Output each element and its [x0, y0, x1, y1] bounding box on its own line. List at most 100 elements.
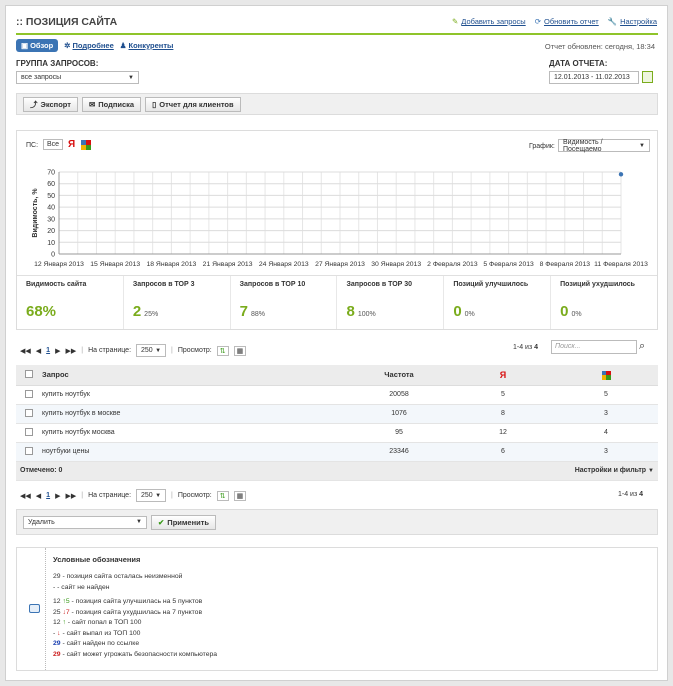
- add-queries-link[interactable]: ✎ Добавить запросы: [452, 17, 526, 26]
- legend-item: - - сайт не найден: [53, 583, 217, 594]
- current-page[interactable]: 1: [46, 347, 50, 354]
- legend-text: - сайт может угрожать безопасности компь…: [62, 650, 218, 658]
- y-axis-label: Видимость, %: [32, 188, 39, 238]
- export-button[interactable]: ⤴ Экспорт: [23, 96, 78, 112]
- first-page-icon[interactable]: ◀◀: [20, 347, 31, 355]
- prev-page-icon[interactable]: ◀: [36, 492, 41, 500]
- per-page-select[interactable]: 250 ▼: [136, 489, 167, 502]
- cell-yandex-position: 5: [452, 385, 554, 405]
- header-links: ✎ Добавить запросы ⟳ Обновить отчет 🔧 Настр…: [452, 17, 657, 26]
- x-tick-label: 2 Февраля 2013: [427, 261, 478, 268]
- col-yandex[interactable]: Я: [452, 365, 554, 386]
- client-report-button[interactable]: ▯ Отчет для клиентов: [145, 96, 241, 112]
- chevron-down-icon: ▼: [648, 468, 654, 474]
- col-query[interactable]: Запрос: [42, 365, 346, 386]
- date-field[interactable]: 12.01.2013 - 11.02.2013: [549, 71, 639, 84]
- action-select[interactable]: Удалить ▼: [23, 515, 147, 529]
- col-google[interactable]: [554, 365, 658, 386]
- next-page-icon[interactable]: ▶: [55, 492, 60, 500]
- stat-label: Видимость сайта: [26, 281, 87, 288]
- calendar-icon[interactable]: [642, 71, 653, 83]
- stat-label: Запросов в ТОР 3: [132, 281, 195, 288]
- add-queries-label[interactable]: Добавить запросы: [461, 17, 525, 26]
- info-icon: [29, 604, 40, 613]
- stat-card: Запросов в ТОР 3 2 25%: [124, 276, 231, 329]
- group-select[interactable]: все запросы ▼: [16, 71, 139, 84]
- search-input[interactable]: Поиск...: [551, 340, 637, 354]
- stat-card: Видимость сайта 68%: [17, 276, 124, 329]
- table-row[interactable]: купить ноутбук москва 95 12 4: [16, 423, 658, 443]
- legend-item: 29 - сайт найден по ссылке: [53, 639, 217, 650]
- legend-symbol: 29: [53, 573, 61, 580]
- competitors-icon: ♟: [119, 41, 127, 50]
- last-page-icon[interactable]: ▶▶: [65, 347, 76, 355]
- legend-title: Условные обозначения: [53, 555, 141, 564]
- subscribe-button[interactable]: ✉ Подписка: [81, 96, 142, 112]
- group-select-value: все запросы: [21, 74, 62, 81]
- chevron-down-icon: ▼: [155, 492, 162, 499]
- apply-button[interactable]: ✔ Применить: [151, 514, 217, 530]
- legend-symbol: 25: [53, 608, 61, 616]
- search-placeholder: Поиск...: [555, 343, 581, 350]
- prev-page-icon[interactable]: ◀: [36, 347, 41, 355]
- next-page-icon[interactable]: ▶: [55, 347, 60, 355]
- tab-overview[interactable]: ▣ Обзор: [16, 39, 59, 52]
- tab-details-label: Подробнее: [72, 41, 114, 50]
- action-select-value: Удалить: [28, 518, 55, 526]
- per-page-value: 250: [141, 492, 153, 499]
- stat-label: Запросов в ТОР 10: [239, 281, 306, 288]
- x-tick-label: 21 Января 2013: [203, 261, 253, 268]
- last-page-icon[interactable]: ▶▶: [65, 492, 76, 500]
- stat-label: Позиций ухудшилось: [560, 281, 635, 288]
- tab-overview-label: Обзор: [30, 41, 54, 50]
- legend-divider: [45, 548, 46, 670]
- row-checkbox[interactable]: [25, 427, 33, 436]
- pager-top: ◀◀ ◀ 1 ▶ ▶▶ | На странице: 250 ▼ | Просмо…: [20, 344, 247, 357]
- wrench-icon: 🔧: [607, 17, 618, 26]
- stat-value: 7: [239, 303, 248, 320]
- table-row[interactable]: купить ноутбук 20058 5 5: [16, 385, 658, 405]
- stat-percent: 100%: [357, 311, 376, 318]
- x-tick-label: 11 Февраля 2013: [594, 261, 648, 268]
- table-row[interactable]: купить ноутбук в москве 1076 8 3: [16, 404, 658, 424]
- select-all-checkbox[interactable]: [25, 369, 33, 378]
- first-page-icon[interactable]: ◀◀: [20, 492, 31, 500]
- cell-yandex-position: 8: [452, 404, 554, 424]
- row-checkbox[interactable]: [25, 389, 33, 398]
- table-row[interactable]: ноутбуки цены 23346 6 3: [16, 442, 658, 462]
- legend-text: - позиция сайта улучшилась на 5 пунктов: [69, 598, 203, 605]
- col-frequency[interactable]: Частота: [346, 365, 452, 386]
- current-page[interactable]: 1: [46, 492, 50, 499]
- marked-count: Отмечено: 0: [16, 461, 346, 481]
- cell-google-position: 3: [554, 404, 658, 424]
- group-label: ГРУППА ЗАПРОСОВ:: [16, 59, 99, 68]
- settings-label[interactable]: Настройка: [620, 17, 657, 26]
- y-tick-label: 10: [47, 240, 55, 247]
- cell-frequency: 1076: [346, 404, 452, 424]
- date-field-value: 12.01.2013 - 11.02.2013: [554, 74, 630, 81]
- pager-bottom: ◀◀ ◀ 1 ▶ ▶▶ | На странице: 250 ▼ | Просмо…: [20, 489, 247, 502]
- sort-icon[interactable]: ⇅: [216, 490, 229, 501]
- refresh-report-link[interactable]: ⟳ Обновить отчет: [535, 17, 599, 26]
- cell-query: купить ноутбук москва: [42, 423, 346, 443]
- settings-filter-link[interactable]: Настройки и фильтр ▼: [346, 461, 658, 481]
- legend-symbol: 12: [53, 619, 61, 626]
- grid-view-icon[interactable]: ▦: [233, 345, 247, 356]
- settings-link[interactable]: 🔧 Настройка: [608, 17, 657, 26]
- row-checkbox[interactable]: [25, 446, 33, 455]
- legend-text: - сайт не найден: [57, 583, 110, 591]
- refresh-report-label[interactable]: Обновить отчет: [544, 17, 599, 26]
- search-icon[interactable]: ⌕: [639, 340, 645, 353]
- sort-icon[interactable]: ⇅: [216, 345, 229, 356]
- per-page-select[interactable]: 250 ▼: [136, 344, 167, 357]
- tab-competitors[interactable]: ♟ Конкуренты: [120, 41, 174, 50]
- cell-frequency: 20058: [346, 385, 452, 405]
- tab-details[interactable]: ✲ Подробнее: [64, 41, 114, 50]
- legend-arrow: ↓7: [62, 608, 70, 616]
- refresh-icon: ⟳: [534, 17, 541, 26]
- table-header-row: Запрос Частота Я: [16, 365, 658, 386]
- chart-panel: ПС: Все Я График: Видимость / Посещаемо ▼…: [16, 130, 658, 330]
- row-checkbox[interactable]: [25, 408, 33, 417]
- result-range-label: 1-4 из: [618, 491, 638, 498]
- grid-view-icon[interactable]: ▦: [233, 490, 247, 501]
